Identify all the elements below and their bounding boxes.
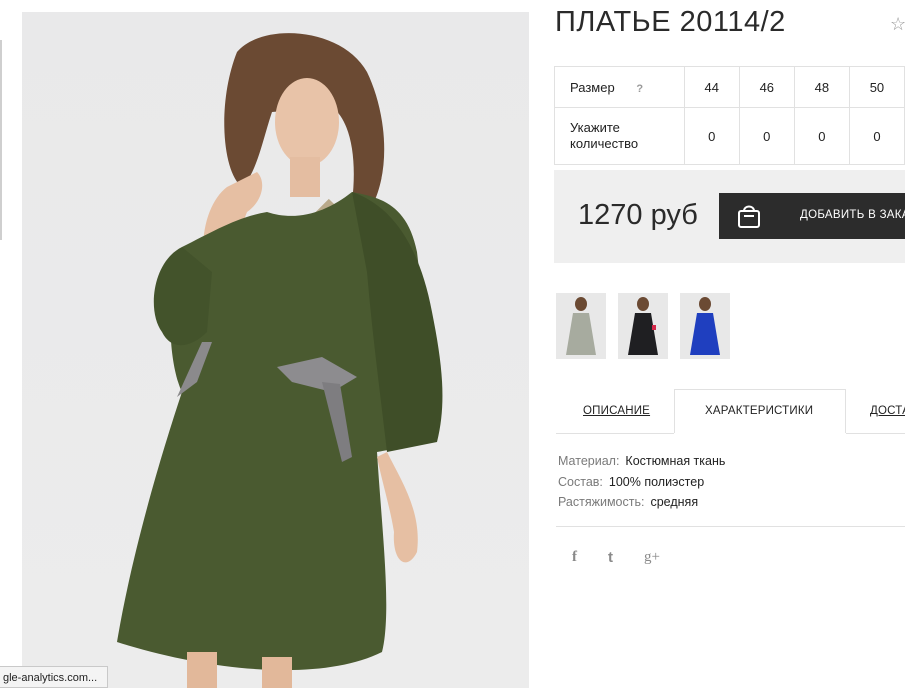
add-to-order-button[interactable]: ДОБАВИТЬ В ЗАКАЗ xyxy=(719,193,905,239)
quantity-input-48[interactable]: 0 xyxy=(793,107,850,165)
spec-key: Материал: xyxy=(558,454,620,468)
dress-model-illustration xyxy=(117,33,443,688)
quantity-row: Укажите количество 0 0 0 0 xyxy=(554,107,905,165)
size-label: Размер xyxy=(570,79,615,95)
thumbnail-olive[interactable] xyxy=(556,293,606,359)
thumbnail-black[interactable] xyxy=(618,293,668,359)
shopping-bag-icon xyxy=(738,205,760,228)
google-plus-icon[interactable]: g+ xyxy=(644,549,660,566)
browser-status-bar: gle-analytics.com... xyxy=(0,666,108,688)
spec-row: Состав: 100% полиэстер xyxy=(558,472,725,493)
thumbnail-image xyxy=(556,293,606,359)
tab-delivery-label: ДОСТАВКА xyxy=(870,405,905,417)
quantity-input-46[interactable]: 0 xyxy=(738,107,795,165)
spec-value: средняя xyxy=(650,495,699,509)
specs-list: Материал: Костюмная ткань Состав: 100% пол… xyxy=(558,451,725,513)
size-44: 44 xyxy=(683,66,740,108)
quantity-label-cell: Укажите количество xyxy=(554,107,685,165)
tab-description[interactable]: ОПИСАНИЕ xyxy=(556,389,674,434)
thumbnail-image xyxy=(618,293,668,359)
thumbnail-image xyxy=(680,293,730,359)
product-tabs: ОПИСАНИЕ ХАРАКТЕРИСТИКИ ДОСТАВКА xyxy=(556,389,905,434)
size-48: 48 xyxy=(793,66,850,108)
quantity-input-44[interactable]: 0 xyxy=(683,107,740,165)
thumbnail-blue[interactable] xyxy=(680,293,730,359)
tab-description-label: ОПИСАНИЕ xyxy=(583,405,651,417)
tab-delivery[interactable]: ДОСТАВКА xyxy=(846,389,905,434)
spec-key: Состав: xyxy=(558,474,603,489)
spec-row: Растяжимость: средняя xyxy=(558,492,725,513)
price-box: 1270 руб ДОБАВИТЬ В ЗАКАЗ xyxy=(554,170,905,263)
window-edge xyxy=(0,40,2,240)
help-icon[interactable]: ? xyxy=(636,83,643,95)
facebook-icon[interactable]: f xyxy=(572,549,577,566)
product-title: ПЛАТЬЕ 20114/2 xyxy=(555,6,786,38)
star-icon[interactable]: ☆ xyxy=(890,14,905,35)
add-to-order-label: ДОБАВИТЬ В ЗАКАЗ xyxy=(800,209,905,221)
tab-characteristics-label: ХАРАКТЕРИСТИКИ xyxy=(705,405,814,417)
divider xyxy=(556,526,905,527)
size-46: 46 xyxy=(738,66,795,108)
spec-key: Растяжимость: xyxy=(558,495,645,509)
size-row: Размер ? 44 46 48 50 xyxy=(554,66,905,108)
size-label-cell: Размер ? xyxy=(554,66,685,108)
twitter-icon[interactable]: t xyxy=(608,549,613,566)
quantity-input-50[interactable]: 0 xyxy=(848,107,905,165)
tab-characteristics[interactable]: ХАРАКТЕРИСТИКИ xyxy=(674,389,846,433)
size-table: Размер ? 44 46 48 50 Укажите количество … xyxy=(554,66,905,165)
spec-row: Материал: Костюмная ткань xyxy=(558,451,725,472)
quantity-label-line2: количество xyxy=(570,136,639,151)
size-50: 50 xyxy=(848,66,905,108)
spec-value: 100% полиэстер xyxy=(608,474,705,489)
quantity-label-line1: Укажите xyxy=(570,120,620,135)
price: 1270 руб xyxy=(578,199,698,231)
product-main-image[interactable] xyxy=(22,12,529,688)
spec-value: Костюмная ткань xyxy=(625,454,726,468)
